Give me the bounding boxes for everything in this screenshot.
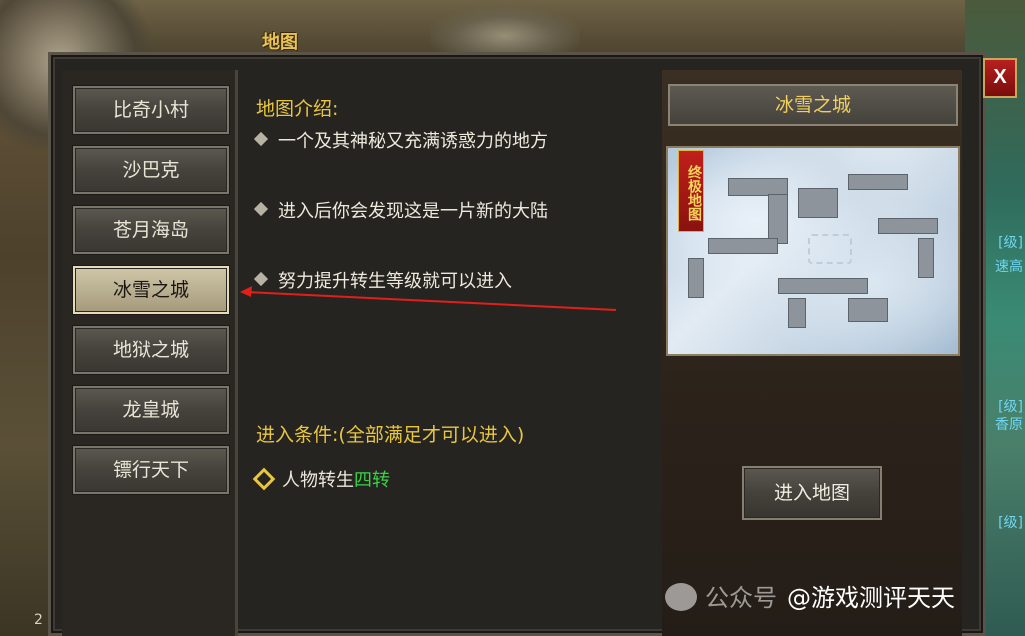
map-center-plaza [808,234,852,264]
wechat-icon [665,583,697,611]
close-button[interactable]: X [983,58,1017,98]
map-structure [918,238,934,278]
watermark-text: @游戏测评天天 [787,584,955,612]
background-label: [级] [998,399,1023,415]
background-label: [级] [998,235,1023,251]
dragon-ornament-right [430,6,580,56]
map-structure [768,194,788,244]
map-name: 冰雪之城 [668,84,958,126]
map-item-shabake[interactable]: 沙巴克 [73,146,229,194]
window-title: 地图 [262,32,298,53]
intro-text: 一个及其神秘又充满诱惑力的地方 [278,131,548,152]
conditions-heading: 进入条件:(全部满足才可以进入) [256,424,525,446]
background-label: [级] [998,515,1023,531]
map-item-bingxue[interactable]: 冰雪之城 [73,266,229,314]
map-structure [798,188,838,218]
watermark-faded-text: 公众号 [705,584,777,612]
diamond-bullet-icon [253,201,269,217]
intro-item: 进入后你会发现这是一片新的大陆 [253,196,596,227]
map-structure [848,298,888,322]
condition-value: 四转 [354,470,390,491]
condition-item: 人物转生四转 [252,466,390,492]
map-structure [688,258,704,298]
background-number: 2 [34,612,43,628]
map-structure [788,298,806,328]
map-item-cangyue[interactable]: 苍月海岛 [73,206,229,254]
intro-text: 进入后你会发现这是一片新的大陆 [278,201,548,222]
red-arrow-icon [240,286,617,311]
background-label: 速高 [995,259,1023,275]
enter-map-button[interactable]: 进入地图 [742,466,882,520]
map-preview-panel: 冰雪之城 终极地图 进入地图 [662,70,962,636]
map-structure [848,174,908,190]
map-badge: 终极地图 [678,150,704,232]
background-label: 香原 [995,417,1023,433]
map-structure [708,238,778,254]
map-structure [878,218,938,234]
map-structure [778,278,868,294]
map-thumbnail: 终极地图 [666,146,960,356]
intro-item: 一个及其神秘又充满诱惑力的地方 [253,126,596,157]
diamond-outline-icon [252,467,276,491]
map-item-longhuang[interactable]: 龙皇城 [73,386,229,434]
diamond-bullet-icon [253,131,269,147]
map-item-biaoxing[interactable]: 镖行天下 [73,446,229,494]
map-item-biqi[interactable]: 比奇小村 [73,86,229,134]
condition-label: 人物转生 [282,470,354,491]
map-list: 比奇小村 沙巴克 苍月海岛 冰雪之城 地狱之城 龙皇城 镖行天下 [62,70,238,636]
map-description: 地图介绍: 一个及其神秘又充满诱惑力的地方 进入后你会发现这是一片新的大陆 努力… [240,70,660,636]
watermark: 公众号 @游戏测评天天 [665,578,955,618]
map-item-diyu[interactable]: 地狱之城 [73,326,229,374]
intro-heading: 地图介绍: [256,98,339,120]
